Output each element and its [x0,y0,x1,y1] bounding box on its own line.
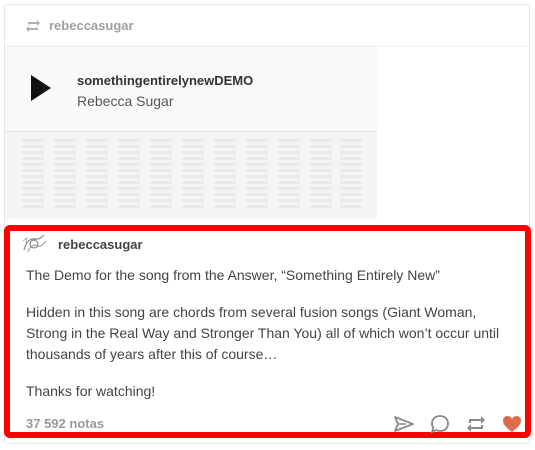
audio-equalizer-graphic [22,139,362,208]
reblog-icon[interactable] [465,414,487,434]
track-artist: Rebecca Sugar [77,93,174,109]
post-paragraph: Hidden in this song are chords from seve… [26,304,500,362]
reblogged-from-username[interactable]: rebeccasugar [49,18,134,33]
reblog-header: rebeccasugar [5,5,529,47]
post-paragraph: Thanks for watching! [26,383,156,399]
post-author: rebeccasugar [20,232,143,256]
avatar[interactable] [20,232,50,256]
notes-count[interactable]: 37 592 notas [26,416,104,431]
page: rebeccasugar somethingentirelynewDEMO Re… [0,0,535,450]
post-paragraph: The Demo for the song from the Answer, “… [26,267,440,283]
audio-track-info: somethingentirelynewDEMO Rebecca Sugar [5,47,377,131]
reply-icon[interactable] [429,414,451,434]
post-actions [379,414,523,434]
like-icon[interactable] [501,414,523,434]
share-icon[interactable] [393,414,415,434]
play-icon[interactable] [27,73,53,103]
audio-divider [5,131,377,132]
reblog-icon [25,19,41,33]
track-title: somethingentirelynewDEMO [77,73,254,88]
post-author-username[interactable]: rebeccasugar [58,237,143,252]
audio-player: somethingentirelynewDEMO Rebecca Sugar [5,47,377,219]
